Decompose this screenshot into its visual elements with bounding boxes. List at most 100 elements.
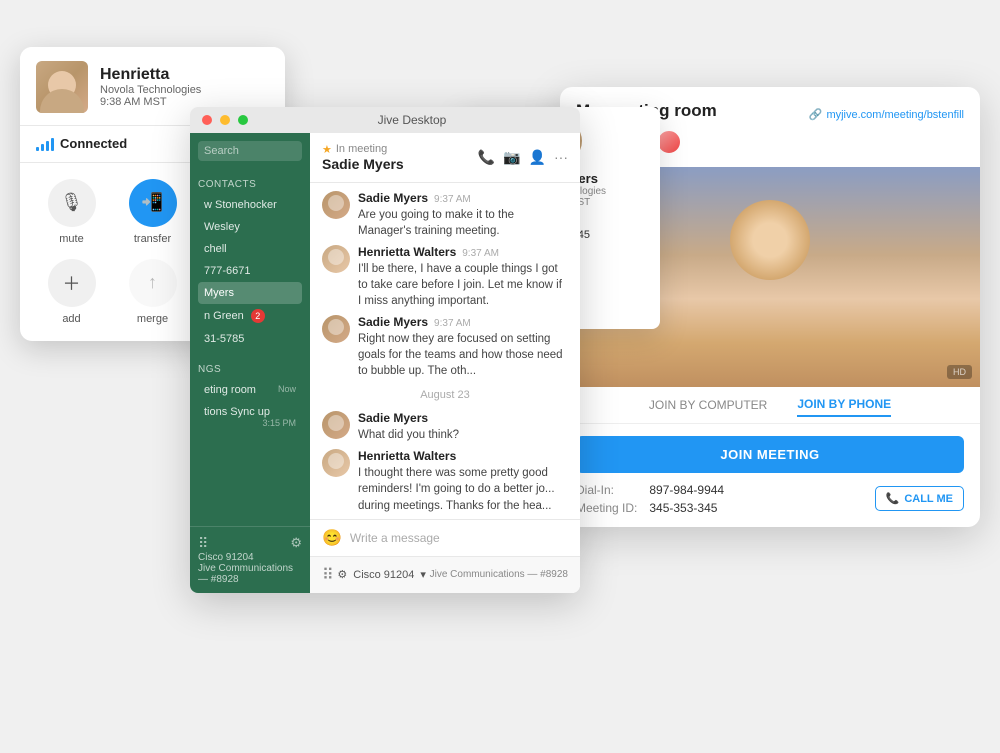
msg-header: Henrietta Walters: [358, 449, 568, 463]
app-main: ★ In meeting Sadie Myers 📞 📷 👤 ···: [310, 133, 580, 593]
sidebar-item-stonehocker[interactable]: w Stonehocker: [198, 194, 302, 216]
transfer-button[interactable]: 📲 transfer: [117, 179, 188, 245]
sidebar-item-phone2[interactable]: 31-5785: [198, 328, 302, 350]
message-row: Henrietta Walters 9:37 AM I'll be there,…: [322, 245, 568, 309]
sidebar-item-chell[interactable]: chell: [198, 238, 302, 260]
sadie-avatar: [322, 411, 350, 439]
contact-company: Novola Technologies: [100, 84, 201, 96]
msg-sender: Sadie Myers: [358, 315, 428, 329]
device-selector[interactable]: ⚙ Cisco 91204 ▾: [337, 568, 426, 581]
app-title: Jive Desktop: [378, 113, 447, 127]
jive-id-bottom: Jive Communications — #8928: [430, 569, 568, 580]
msg-time: 9:37 AM: [434, 318, 471, 329]
henrietta-avatar: [322, 449, 350, 477]
video-icon[interactable]: 📷: [503, 149, 520, 166]
contact-avatar: [36, 61, 88, 113]
chat-messages: Sadie Myers 9:37 AM Are you going to mak…: [310, 183, 580, 519]
contacts-section-title: Contacts: [198, 173, 302, 194]
tab-join-phone[interactable]: JOIN BY PHONE: [797, 397, 891, 417]
msg-header: Sadie Myers 9:37 AM: [358, 315, 568, 329]
msg-sender: Henrietta Walters: [358, 449, 456, 463]
call-me-button[interactable]: 📞 CALL ME: [875, 486, 964, 511]
device-name: Cisco 91204: [198, 552, 302, 563]
msg-header: Henrietta Walters 9:37 AM: [358, 245, 568, 259]
titlebar: Jive Desktop: [190, 107, 580, 133]
msg-time: 9:37 AM: [462, 248, 499, 259]
message-row: Sadie Myers 9:37 AM Are you going to mak…: [322, 191, 568, 239]
add-icon: ＋: [48, 259, 96, 307]
join-meeting-button[interactable]: JOIN MEETING: [576, 436, 964, 473]
meeting-link[interactable]: 🔗 myjive.com/meeting/bstenfill: [809, 108, 964, 121]
contacts-section: Contacts w Stonehocker Wesley chell 777-…: [190, 169, 310, 354]
message-row: Sadie Myers What did you think?: [322, 411, 568, 443]
sidebar-channel-meeting[interactable]: eting room Now: [198, 379, 302, 401]
chat-header-icons: 📞 📷 👤 ···: [478, 149, 568, 166]
transfer-icon: 📲: [129, 179, 177, 227]
tab-join-computer[interactable]: JOIN BY COMPUTER: [649, 398, 767, 416]
chat-header-left: ★ In meeting Sadie Myers: [322, 143, 404, 172]
message-input[interactable]: [350, 531, 568, 545]
apps-grid-icon: ⠿: [198, 535, 208, 552]
sidebar-footer: ⠿ ⚙ Cisco 91204 Jive Communications — #8…: [190, 526, 310, 593]
more-icon[interactable]: ···: [554, 149, 568, 166]
msg-text: What did you think?: [358, 427, 568, 443]
settings-icon[interactable]: ⚙: [290, 535, 302, 551]
msg-time: 9:37 AM: [434, 194, 471, 205]
channels-title: ngs: [198, 358, 302, 379]
chat-input-area: 😊: [310, 519, 580, 556]
msg-content: Henrietta Walters 9:37 AM I'll be there,…: [358, 245, 568, 309]
msg-sender: Sadie Myers: [358, 411, 428, 425]
link-icon: 🔗: [809, 108, 823, 121]
unread-badge: 2: [251, 309, 265, 323]
app-bottom-bar: ⠿ ⚙ Cisco 91204 ▾ Jive Communications — …: [310, 556, 580, 593]
search-input[interactable]: [198, 141, 302, 161]
sidebar-item-green[interactable]: n Green 2: [198, 304, 302, 328]
merge-button[interactable]: ↑ merge: [117, 259, 188, 325]
minimize-dot[interactable]: [220, 115, 230, 125]
jive-subtitle: Jive Communications — #8928: [198, 563, 302, 585]
app-sidebar: Contacts w Stonehocker Wesley chell 777-…: [190, 133, 310, 593]
dial-in-label: Dial-In:: [576, 483, 637, 497]
call-time: 9:38 AM MST: [100, 96, 201, 108]
sidebar-channel-sync[interactable]: tions Sync up 3:15 PM: [198, 401, 302, 423]
sidebar-item-wesley[interactable]: Wesley: [198, 216, 302, 238]
desktop-app: Jive Desktop Contacts w Stonehocker Wesl…: [190, 107, 580, 593]
sadie-avatar: [322, 315, 350, 343]
device-name-bottom: Cisco 91204: [353, 569, 414, 581]
dropdown-arrow: ▾: [420, 568, 426, 581]
star-icon: ★: [322, 143, 332, 156]
msg-header: Sadie Myers: [358, 411, 568, 425]
meeting-id-value: 345-353-345: [649, 501, 862, 515]
phone-small-icon: 📞: [886, 492, 900, 505]
meeting-tabs: JOIN BY COMPUTER JOIN BY PHONE: [560, 387, 980, 424]
gear-icon: ⚙: [337, 568, 347, 581]
msg-content: Sadie Myers 9:37 AM Right now they are f…: [358, 315, 568, 379]
add-button[interactable]: ＋ add: [36, 259, 107, 325]
sidebar-search[interactable]: [190, 133, 310, 169]
merge-icon: ↑: [129, 259, 177, 307]
msg-sender: Sadie Myers: [358, 191, 428, 205]
maximize-dot[interactable]: [238, 115, 248, 125]
msg-sender: Henrietta Walters: [358, 245, 456, 259]
signal-icon: [36, 137, 54, 151]
app-body: Contacts w Stonehocker Wesley chell 777-…: [190, 133, 580, 593]
apps-grid-icon[interactable]: ⠿: [322, 565, 334, 585]
meeting-id-label: Meeting ID:: [576, 501, 637, 515]
henrietta-avatar: [322, 245, 350, 273]
close-dot[interactable]: [202, 115, 212, 125]
sidebar-item-phone1[interactable]: 777-6671: [198, 260, 302, 282]
channels-section: ngs eting room Now tions Sync up 3:15 PM: [190, 354, 310, 432]
in-meeting-badge: ★ In meeting: [322, 143, 404, 156]
sidebar-item-myers[interactable]: Myers: [198, 282, 302, 304]
mute-button[interactable]: 🎙 mute: [36, 179, 107, 245]
date-divider: August 23: [322, 385, 568, 405]
connected-status: Connected: [36, 136, 127, 151]
chat-contact-name: Sadie Myers: [322, 156, 404, 172]
msg-content: Sadie Myers What did you think?: [358, 411, 568, 443]
msg-text: I'll be there, I have a couple things I …: [358, 261, 568, 309]
meeting-content: JOIN MEETING Dial-In: 897-984-9944 📞 CAL…: [560, 424, 980, 527]
emoji-icon[interactable]: 😊: [322, 528, 342, 548]
phone-icon[interactable]: 📞: [478, 149, 495, 166]
msg-content: Sadie Myers 9:37 AM Are you going to mak…: [358, 191, 568, 239]
add-member-icon[interactable]: 👤: [529, 149, 546, 166]
